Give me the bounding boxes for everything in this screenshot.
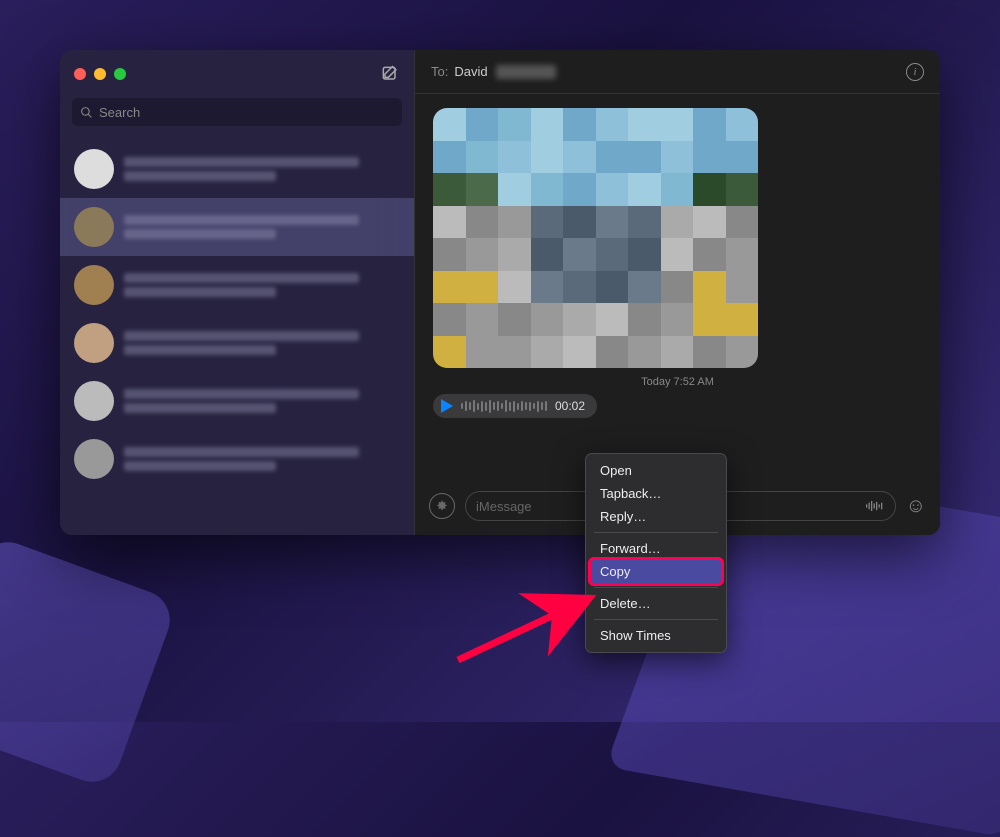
- messages-area: Today 7:52 AM 00:02: [415, 94, 940, 487]
- avatar: [74, 265, 114, 305]
- avatar: [74, 439, 114, 479]
- menu-item-showtimes[interactable]: Show Times: [586, 624, 726, 647]
- menu-item-open[interactable]: Open: [586, 459, 726, 482]
- conversation-header: To: David i: [415, 50, 940, 94]
- search-input[interactable]: Search: [72, 98, 402, 126]
- appstore-icon: [435, 499, 449, 513]
- menu-item-tapback[interactable]: Tapback…: [586, 482, 726, 505]
- menu-item-forward[interactable]: Forward…: [586, 537, 726, 560]
- conversation-item[interactable]: [60, 314, 414, 372]
- menu-item-delete[interactable]: Delete…: [586, 592, 726, 615]
- minimize-window-button[interactable]: [94, 68, 106, 80]
- close-window-button[interactable]: [74, 68, 86, 80]
- sidebar: Search: [60, 50, 415, 535]
- redacted: [496, 65, 556, 79]
- to-label: To:: [431, 64, 448, 79]
- menu-separator: [594, 587, 718, 588]
- menu-item-reply[interactable]: Reply…: [586, 505, 726, 528]
- conversation-item[interactable]: [60, 372, 414, 430]
- conversation-item[interactable]: [60, 140, 414, 198]
- details-button[interactable]: i: [906, 63, 924, 81]
- menu-separator: [594, 619, 718, 620]
- recipient-name: David: [454, 64, 487, 79]
- menu-item-copy[interactable]: Copy: [591, 560, 721, 583]
- conversation-item[interactable]: [60, 198, 414, 256]
- audio-duration: 00:02: [555, 399, 585, 413]
- emoji-button[interactable]: ☺: [906, 495, 926, 518]
- waveform-icon: [461, 400, 547, 413]
- message-placeholder: iMessage: [476, 499, 532, 514]
- window-controls: [74, 68, 126, 80]
- menu-separator: [594, 532, 718, 533]
- audio-record-icon[interactable]: [865, 499, 885, 513]
- conversation-item[interactable]: [60, 430, 414, 488]
- titlebar: [60, 50, 414, 98]
- apps-button[interactable]: [429, 493, 455, 519]
- search-icon: [80, 106, 93, 119]
- conversation-list: [60, 136, 414, 535]
- avatar: [74, 323, 114, 363]
- context-menu: OpenTapback…Reply… Forward…Copy Delete… Sho…: [585, 453, 727, 653]
- audio-message[interactable]: 00:02: [433, 394, 597, 418]
- search-placeholder: Search: [99, 105, 140, 120]
- timestamp: Today 7:52 AM: [433, 376, 922, 388]
- compose-icon[interactable]: [380, 64, 400, 84]
- messages-window: Search: [60, 50, 940, 535]
- conversation-item[interactable]: [60, 256, 414, 314]
- avatar: [74, 207, 114, 247]
- avatar: [74, 149, 114, 189]
- fullscreen-window-button[interactable]: [114, 68, 126, 80]
- avatar: [74, 381, 114, 421]
- play-icon[interactable]: [441, 399, 453, 413]
- image-message[interactable]: [433, 108, 758, 368]
